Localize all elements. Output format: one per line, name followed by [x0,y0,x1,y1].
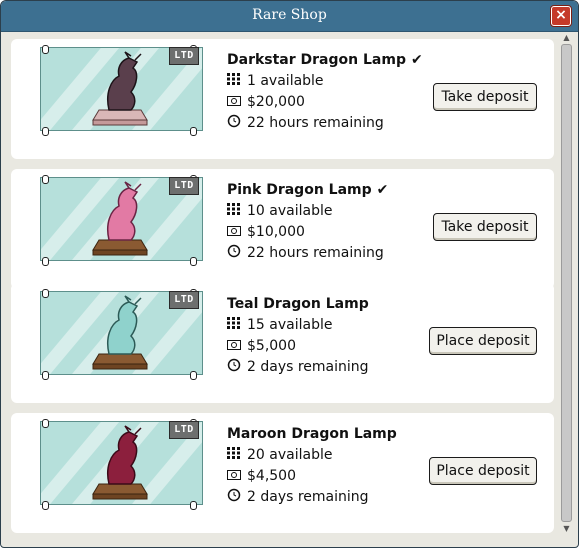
item-price: $5,000 [247,337,296,354]
check-icon: ✔ [376,182,389,198]
item-thumbnail: LTD [37,175,209,266]
item-thumbnail: LTD [37,419,209,510]
ltd-badge: LTD [169,47,199,65]
dragon-lamp-image [92,181,148,256]
scroll-up-arrow-icon[interactable]: ▲ [561,33,572,43]
close-button[interactable]: × [551,6,571,26]
ltd-badge: LTD [169,291,199,309]
available-count: 1 available [247,72,324,89]
take-deposit-button[interactable]: Take deposit [433,213,537,241]
rare-item-card: LTD Maroon Dragon Lamp 20 available $4,5… [11,413,554,533]
ltd-badge: LTD [169,421,199,439]
item-thumbnail: LTD [37,289,209,380]
money-icon [227,224,242,240]
time-remaining: 2 days remaining [247,358,369,375]
rare-item-card: LTD Pink Dragon Lamp ✔ 10 available $10,0… [11,169,554,289]
item-name: Darkstar Dragon Lamp [227,52,406,68]
item-price: $4,500 [247,467,296,484]
scroll-down-arrow-icon[interactable]: ▼ [561,524,572,534]
rare-shop-window: Rare Shop × LTD Darkstar Dragon Lamp ✔ 1… [0,0,579,548]
time-remaining: 2 days remaining [247,488,369,505]
grid-icon [227,202,242,219]
clock-icon [227,244,242,262]
title-bar[interactable]: Rare Shop × [1,1,578,32]
dragon-lamp-image [92,295,148,370]
item-name: Maroon Dragon Lamp [227,426,397,442]
available-count: 20 available [247,446,333,463]
scrollbar-thumb[interactable] [561,44,572,522]
clock-icon [227,358,242,376]
dragon-lamp-image [92,425,148,500]
item-price: $10,000 [247,223,305,240]
dragon-lamp-image [92,51,148,126]
money-icon [227,468,242,484]
place-deposit-button[interactable]: Place deposit [429,457,537,485]
grid-icon [227,316,242,333]
window-title: Rare Shop [252,7,327,23]
item-price: $20,000 [247,93,305,110]
rare-items-list: LTD Darkstar Dragon Lamp ✔ 1 available $2… [11,32,554,540]
time-remaining: 22 hours remaining [247,244,384,261]
rare-item-card: LTD Darkstar Dragon Lamp ✔ 1 available $2… [11,39,554,159]
check-icon: ✔ [410,52,423,68]
money-icon [227,338,242,354]
rare-item-card: LTD Teal Dragon Lamp 15 available $5,000… [11,283,554,403]
grid-icon [227,446,242,463]
ltd-badge: LTD [169,177,199,195]
time-remaining: 22 hours remaining [247,114,384,131]
available-count: 15 available [247,316,333,333]
item-name: Pink Dragon Lamp [227,182,372,198]
grid-icon [227,72,242,89]
item-thumbnail: LTD [37,45,209,136]
money-icon [227,94,242,110]
take-deposit-button[interactable]: Take deposit [433,83,537,111]
clock-icon [227,488,242,506]
place-deposit-button[interactable]: Place deposit [429,327,537,355]
available-count: 10 available [247,202,333,219]
item-name: Teal Dragon Lamp [227,296,369,312]
clock-icon [227,114,242,132]
